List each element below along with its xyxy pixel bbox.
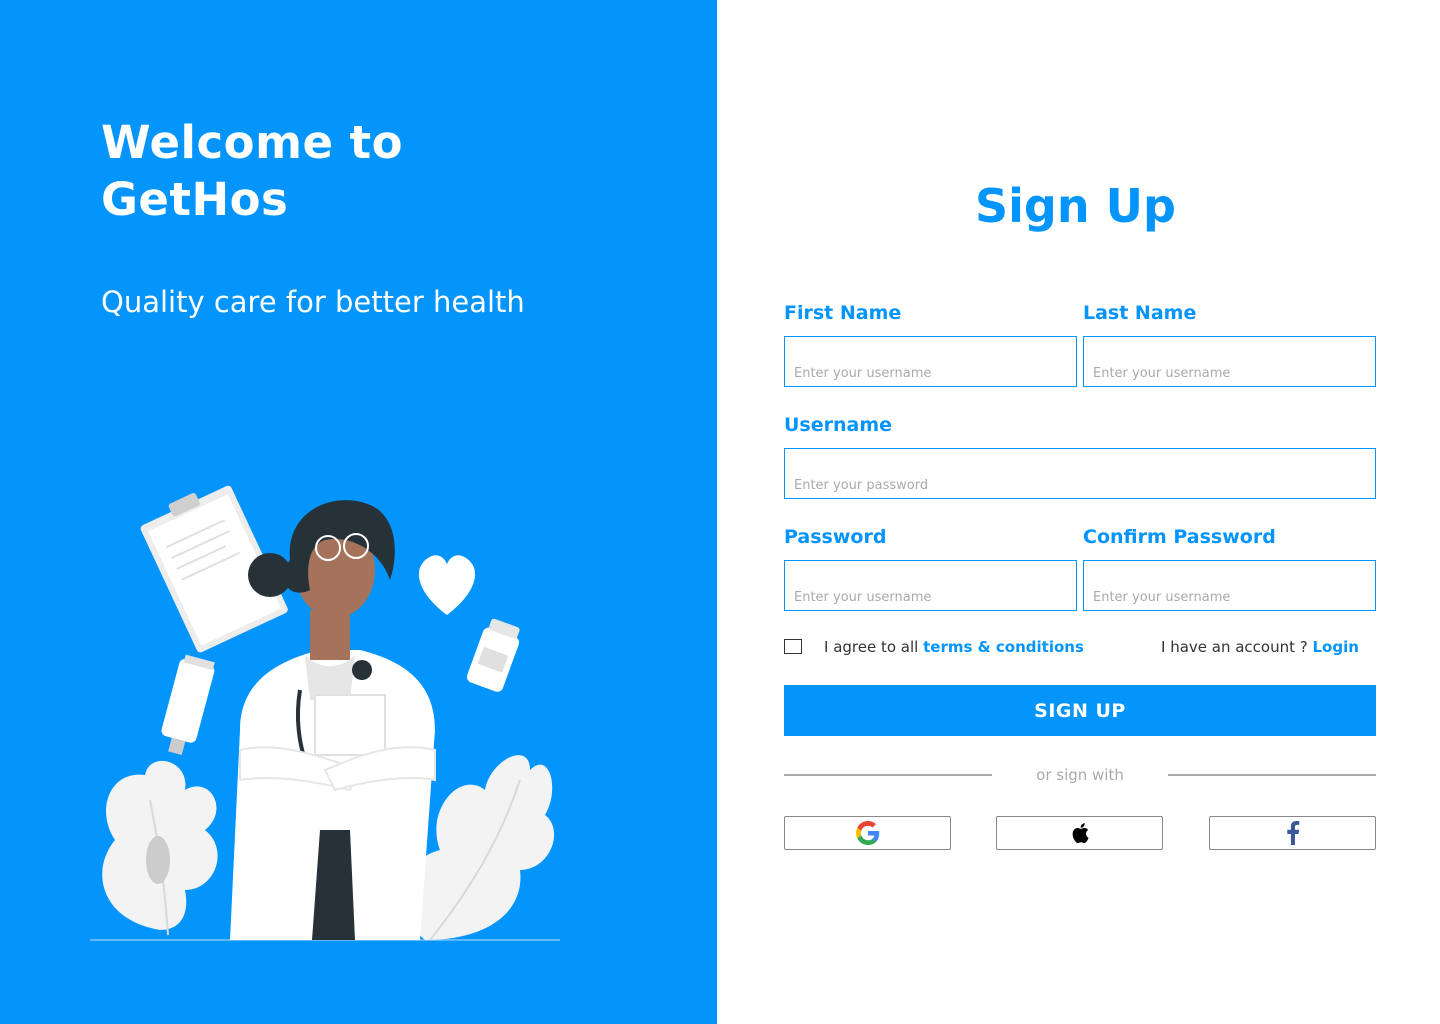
login-link[interactable]: Login xyxy=(1313,638,1359,656)
password-input[interactable] xyxy=(784,560,1077,611)
heart-illustration xyxy=(418,555,476,615)
terms-agreement: I agree to all terms & conditions xyxy=(824,637,1084,657)
apple-icon xyxy=(1072,823,1089,843)
password-label: Password xyxy=(784,526,887,548)
confirm-password-label: Confirm Password xyxy=(1083,526,1276,548)
facebook-icon xyxy=(1286,821,1299,845)
agree-text: I agree to all xyxy=(824,638,924,656)
account-prompt: I have an account ? Login xyxy=(1161,637,1359,657)
hero-panel: Welcome to GetHos Quality care for bette… xyxy=(0,0,717,1024)
divider-text: or sign with xyxy=(1036,766,1124,784)
confirm-password-input[interactable] xyxy=(1083,560,1376,611)
signup-button[interactable]: SIGN UP xyxy=(784,685,1376,736)
google-icon xyxy=(855,821,879,845)
leaf-left-illustration xyxy=(102,760,218,936)
divider-right xyxy=(1168,774,1376,776)
last-name-label: Last Name xyxy=(1083,302,1197,324)
first-name-label: First Name xyxy=(784,302,902,324)
apple-signin-button[interactable] xyxy=(996,816,1163,850)
username-input[interactable] xyxy=(784,448,1376,499)
terms-link[interactable]: terms & conditions xyxy=(923,638,1084,656)
welcome-line-2: GetHos xyxy=(101,173,289,226)
doctor-illustration xyxy=(90,485,560,941)
doctor-figure xyxy=(230,500,436,940)
facebook-signin-button[interactable] xyxy=(1209,816,1376,850)
welcome-line-1: Welcome to xyxy=(101,116,404,169)
first-name-input[interactable] xyxy=(784,336,1077,387)
signup-title: Sign Up xyxy=(975,179,1176,233)
welcome-heading: Welcome to GetHos xyxy=(101,114,403,228)
username-label: Username xyxy=(784,414,893,436)
pill-bottle-illustration xyxy=(466,618,520,692)
terms-checkbox[interactable] xyxy=(784,639,802,654)
account-text: I have an account ? xyxy=(1161,638,1313,656)
signup-panel xyxy=(717,0,1440,1024)
tagline: Quality care for better health xyxy=(101,285,525,319)
google-signin-button[interactable] xyxy=(784,816,951,850)
divider-left xyxy=(784,774,992,776)
tube-illustration xyxy=(161,654,215,756)
last-name-input[interactable] xyxy=(1083,336,1376,387)
